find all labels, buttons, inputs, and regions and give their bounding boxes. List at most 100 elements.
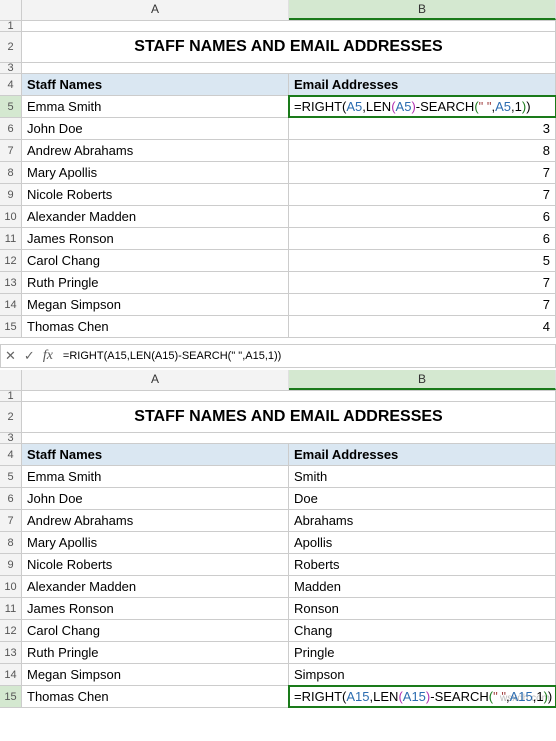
cell-A13[interactable]: Ruth Pringle (22, 272, 289, 293)
row-header-12[interactable]: 12 (0, 250, 22, 271)
col-header-A-2[interactable]: A (22, 370, 289, 390)
cell-A5[interactable]: Emma Smith (22, 466, 289, 487)
cell-B5[interactable]: =RIGHT(A5,LEN(A5)-SEARCH(" ",A5,1)) (289, 96, 556, 117)
row-header-15[interactable]: 15 (0, 316, 22, 337)
row-header-10[interactable]: 10 (0, 206, 22, 227)
select-all-corner-2[interactable] (0, 370, 22, 390)
formula-bar: ✕ ✓ fx (0, 344, 556, 368)
row-header-6[interactable]: 6 (0, 488, 22, 509)
select-all-corner[interactable] (0, 0, 22, 20)
row-header-3-2[interactable]: 3 (0, 433, 22, 443)
row-header-3[interactable]: 3 (0, 63, 22, 73)
cell-B14[interactable]: 7 (289, 294, 556, 315)
row-header-1-2[interactable]: 1 (0, 391, 22, 401)
cell-A7[interactable]: Andrew Abrahams (22, 140, 289, 161)
cell-A13[interactable]: Ruth Pringle (22, 642, 289, 663)
cell-B13[interactable]: 7 (289, 272, 556, 293)
row-header-13[interactable]: 13 (0, 642, 22, 663)
cancel-icon[interactable]: ✕ (5, 348, 16, 364)
cell-A8[interactable]: Mary Apollis (22, 162, 289, 183)
fx-icon[interactable]: fx (43, 348, 53, 364)
row-header-9[interactable]: 9 (0, 554, 22, 575)
cell-B9[interactable]: Roberts (289, 554, 556, 575)
row-header-11[interactable]: 11 (0, 598, 22, 619)
row-header-7[interactable]: 7 (0, 510, 22, 531)
row-header-12[interactable]: 12 (0, 620, 22, 641)
cell-B11[interactable]: Ronson (289, 598, 556, 619)
cell-B8[interactable]: Apollis (289, 532, 556, 553)
row-header-15[interactable]: 15 (0, 686, 22, 707)
cell-B7[interactable]: Abrahams (289, 510, 556, 531)
cell-A5[interactable]: Emma Smith (22, 96, 289, 117)
cell-B7[interactable]: 8 (289, 140, 556, 161)
row-header-8[interactable]: 8 (0, 532, 22, 553)
cell-A9[interactable]: Nicole Roberts (22, 554, 289, 575)
header-email-addresses[interactable]: Email Addresses (289, 74, 556, 95)
row-header-5[interactable]: 5 (0, 96, 22, 117)
cell-B12[interactable]: Chang (289, 620, 556, 641)
table-row: 9Nicole RobertsRoberts (0, 554, 556, 576)
row-header-7[interactable]: 7 (0, 140, 22, 161)
cell-B10[interactable]: Madden (289, 576, 556, 597)
cell-A7[interactable]: Andrew Abrahams (22, 510, 289, 531)
row-2-title-2: 2 STAFF NAMES AND EMAIL ADDRESSES (0, 402, 556, 433)
cell-A11[interactable]: James Ronson (22, 598, 289, 619)
table-row: 11James RonsonRonson (0, 598, 556, 620)
header-staff-names-2[interactable]: Staff Names (22, 444, 289, 465)
row-header-4[interactable]: 4 (0, 74, 22, 95)
cell-A11[interactable]: James Ronson (22, 228, 289, 249)
row-header-14[interactable]: 14 (0, 664, 22, 685)
cell-B5[interactable]: Smith (289, 466, 556, 487)
cell-B15[interactable]: =RIGHT(A15,LEN(A15)-SEARCH(" ",A15,1)) (289, 686, 556, 707)
row-header-13[interactable]: 13 (0, 272, 22, 293)
cell-A10[interactable]: Alexander Madden (22, 576, 289, 597)
cell-A1-2[interactable] (22, 391, 556, 401)
cell-A14[interactable]: Megan Simpson (22, 664, 289, 685)
row-3-2: 3 (0, 433, 556, 444)
row-header-8[interactable]: 8 (0, 162, 22, 183)
cell-B15[interactable]: 4 (289, 316, 556, 337)
cell-A15[interactable]: Thomas Chen (22, 316, 289, 337)
title-cell-2[interactable]: STAFF NAMES AND EMAIL ADDRESSES (22, 402, 556, 432)
header-email-addresses-2[interactable]: Email Addresses (289, 444, 556, 465)
cell-A12[interactable]: Carol Chang (22, 620, 289, 641)
cell-A6[interactable]: John Doe (22, 488, 289, 509)
cell-A15[interactable]: Thomas Chen (22, 686, 289, 707)
cell-B10[interactable]: 6 (289, 206, 556, 227)
row-header-2[interactable]: 2 (0, 32, 22, 62)
cell-B14[interactable]: Simpson (289, 664, 556, 685)
cell-A1[interactable] (22, 21, 556, 31)
col-header-B-2[interactable]: B (289, 370, 556, 390)
cell-A6[interactable]: John Doe (22, 118, 289, 139)
row-header-9[interactable]: 9 (0, 184, 22, 205)
table-row: 9Nicole Roberts7 (0, 184, 556, 206)
cell-B11[interactable]: 6 (289, 228, 556, 249)
cell-A8[interactable]: Mary Apollis (22, 532, 289, 553)
row-header-2-2[interactable]: 2 (0, 402, 22, 432)
cell-B8[interactable]: 7 (289, 162, 556, 183)
formula-input[interactable] (61, 349, 551, 363)
cell-B6[interactable]: 3 (289, 118, 556, 139)
confirm-icon[interactable]: ✓ (24, 348, 35, 364)
cell-A3-2[interactable] (22, 433, 556, 443)
row-header-14[interactable]: 14 (0, 294, 22, 315)
cell-B12[interactable]: 5 (289, 250, 556, 271)
cell-B6[interactable]: Doe (289, 488, 556, 509)
row-header-10[interactable]: 10 (0, 576, 22, 597)
row-header-11[interactable]: 11 (0, 228, 22, 249)
title-cell[interactable]: STAFF NAMES AND EMAIL ADDRESSES (22, 32, 556, 62)
cell-B9[interactable]: 7 (289, 184, 556, 205)
col-header-A[interactable]: A (22, 0, 289, 20)
cell-A9[interactable]: Nicole Roberts (22, 184, 289, 205)
row-header-1[interactable]: 1 (0, 21, 22, 31)
cell-A12[interactable]: Carol Chang (22, 250, 289, 271)
cell-B13[interactable]: Pringle (289, 642, 556, 663)
cell-A3[interactable] (22, 63, 556, 73)
cell-A10[interactable]: Alexander Madden (22, 206, 289, 227)
col-header-B[interactable]: B (289, 0, 556, 20)
row-header-4-2[interactable]: 4 (0, 444, 22, 465)
row-header-6[interactable]: 6 (0, 118, 22, 139)
cell-A14[interactable]: Megan Simpson (22, 294, 289, 315)
row-header-5[interactable]: 5 (0, 466, 22, 487)
header-staff-names[interactable]: Staff Names (22, 74, 289, 95)
